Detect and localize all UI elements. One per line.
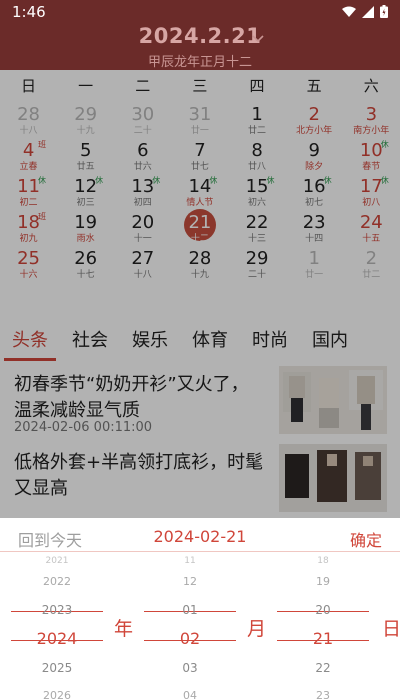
day-option[interactable]: 23: [277, 682, 369, 700]
signal-icon: [362, 5, 374, 18]
month-option[interactable]: 12: [144, 568, 236, 596]
day-option[interactable]: 20: [277, 596, 369, 624]
day-unit: 日: [382, 618, 400, 640]
month-wheel[interactable]: 11 12 01 02 03 04: [144, 554, 236, 700]
status-icons: [342, 5, 388, 18]
month-option[interactable]: 04: [144, 682, 236, 700]
battery-icon: [380, 5, 388, 18]
year-option[interactable]: 2023: [11, 596, 103, 624]
month-option[interactable]: 11: [144, 554, 236, 568]
day-option[interactable]: 22: [277, 654, 369, 682]
header-lunar-date: 甲辰龙年正月十二: [147, 55, 252, 70]
status-bar: 1:46: [0, 0, 400, 26]
day-option-selected[interactable]: 21: [277, 624, 369, 654]
month-unit: 月: [247, 618, 267, 640]
dim-overlay[interactable]: [0, 70, 400, 520]
picker-toolbar: 回到今天 2024-02-21 确定: [0, 518, 400, 552]
year-option[interactable]: 2025: [11, 654, 103, 682]
chevron-down-icon[interactable]: [251, 34, 265, 44]
picker-current-date: 2024-02-21: [153, 527, 247, 546]
day-option[interactable]: 18: [277, 554, 369, 568]
wifi-icon: [342, 6, 356, 17]
month-option[interactable]: 03: [144, 654, 236, 682]
year-option[interactable]: 2026: [11, 682, 103, 700]
month-option[interactable]: 01: [144, 596, 236, 624]
confirm-button[interactable]: 确定: [350, 527, 382, 551]
year-option-selected[interactable]: 2024: [11, 624, 103, 654]
header-date: 2024.2.21: [138, 24, 262, 48]
year-option[interactable]: 2021: [11, 554, 103, 568]
year-option[interactable]: 2022: [11, 568, 103, 596]
day-option[interactable]: 19: [277, 568, 369, 596]
year-unit: 年: [114, 618, 134, 640]
month-option-selected[interactable]: 02: [144, 624, 236, 654]
calendar-header[interactable]: 2024.2.21 甲辰龙年正月十二: [0, 24, 400, 70]
year-wheel[interactable]: 2021 2022 2023 2024 2025 2026: [11, 554, 103, 700]
clock: 1:46: [12, 3, 46, 21]
date-picker-sheet: 回到今天 2024-02-21 确定 2021 2022 2023 2024 2025 2…: [0, 518, 400, 700]
day-wheel[interactable]: 18 19 20 21 22 23: [277, 554, 369, 700]
